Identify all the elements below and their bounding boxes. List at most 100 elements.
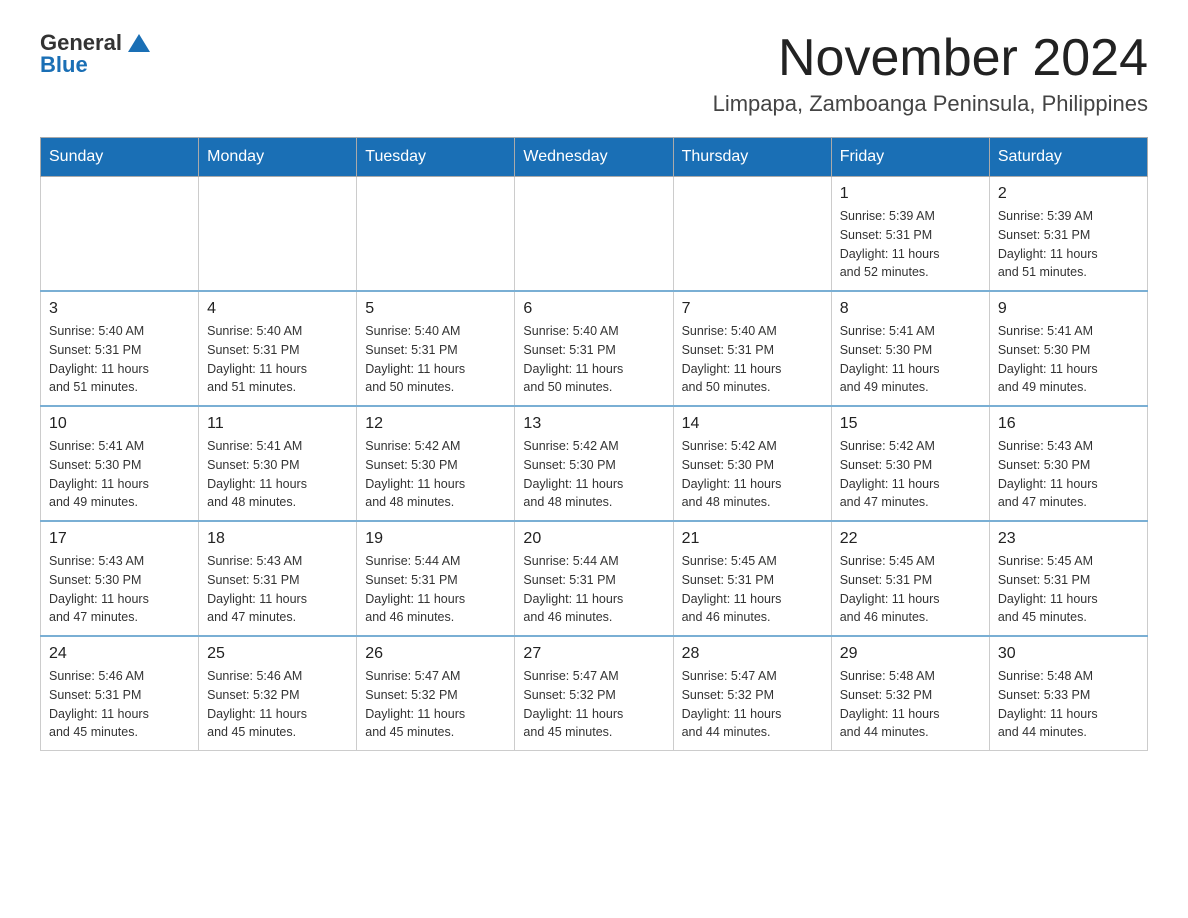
- calendar-cell: 23 Sunrise: 5:45 AM Sunset: 5:31 PM Dayli…: [989, 521, 1147, 636]
- day-info: Sunrise: 5:46 AM Sunset: 5:32 PM Dayligh…: [207, 667, 348, 742]
- calendar-cell: 30 Sunrise: 5:48 AM Sunset: 5:33 PM Dayli…: [989, 636, 1147, 751]
- day-info: Sunrise: 5:40 AM Sunset: 5:31 PM Dayligh…: [49, 322, 190, 397]
- calendar-cell: 26 Sunrise: 5:47 AM Sunset: 5:32 PM Dayli…: [357, 636, 515, 751]
- calendar-cell: 1 Sunrise: 5:39 AM Sunset: 5:31 PM Daylig…: [831, 177, 989, 292]
- week-row-4: 17 Sunrise: 5:43 AM Sunset: 5:30 PM Dayli…: [41, 521, 1148, 636]
- day-info: Sunrise: 5:40 AM Sunset: 5:31 PM Dayligh…: [682, 322, 823, 397]
- day-number: 22: [840, 530, 981, 548]
- calendar-cell: 28 Sunrise: 5:47 AM Sunset: 5:32 PM Dayli…: [673, 636, 831, 751]
- day-info: Sunrise: 5:48 AM Sunset: 5:33 PM Dayligh…: [998, 667, 1139, 742]
- calendar-cell: 24 Sunrise: 5:46 AM Sunset: 5:31 PM Dayli…: [41, 636, 199, 751]
- day-header-saturday: Saturday: [989, 138, 1147, 177]
- day-number: 27: [523, 645, 664, 663]
- calendar-cell: 9 Sunrise: 5:41 AM Sunset: 5:30 PM Daylig…: [989, 291, 1147, 406]
- day-info: Sunrise: 5:43 AM Sunset: 5:30 PM Dayligh…: [998, 437, 1139, 512]
- day-info: Sunrise: 5:43 AM Sunset: 5:31 PM Dayligh…: [207, 552, 348, 627]
- day-info: Sunrise: 5:43 AM Sunset: 5:30 PM Dayligh…: [49, 552, 190, 627]
- day-info: Sunrise: 5:40 AM Sunset: 5:31 PM Dayligh…: [365, 322, 506, 397]
- day-number: 23: [998, 530, 1139, 548]
- location-title: Limpapa, Zamboanga Peninsula, Philippine…: [713, 91, 1148, 117]
- day-info: Sunrise: 5:41 AM Sunset: 5:30 PM Dayligh…: [49, 437, 190, 512]
- title-section: November 2024 Limpapa, Zamboanga Peninsu…: [713, 30, 1148, 117]
- calendar-cell: [41, 177, 199, 292]
- calendar-cell: 22Sunrise: 5:45 AM Sunset: 5:31 PM Dayli…: [831, 521, 989, 636]
- day-number: 3: [49, 300, 190, 318]
- calendar-cell: 16 Sunrise: 5:43 AM Sunset: 5:30 PM Dayli…: [989, 406, 1147, 521]
- calendar-cell: 17 Sunrise: 5:43 AM Sunset: 5:30 PM Dayli…: [41, 521, 199, 636]
- day-number: 1: [840, 185, 981, 203]
- day-info: Sunrise: 5:41 AM Sunset: 5:30 PM Dayligh…: [207, 437, 348, 512]
- calendar-cell: 12Sunrise: 5:42 AM Sunset: 5:30 PM Dayli…: [357, 406, 515, 521]
- calendar-cell: 20 Sunrise: 5:44 AM Sunset: 5:31 PM Dayli…: [515, 521, 673, 636]
- day-info: Sunrise: 5:47 AM Sunset: 5:32 PM Dayligh…: [365, 667, 506, 742]
- day-number: 4: [207, 300, 348, 318]
- day-info: Sunrise: 5:39 AM Sunset: 5:31 PM Dayligh…: [998, 207, 1139, 282]
- day-info: Sunrise: 5:47 AM Sunset: 5:32 PM Dayligh…: [523, 667, 664, 742]
- calendar-cell: 18 Sunrise: 5:43 AM Sunset: 5:31 PM Dayli…: [199, 521, 357, 636]
- day-header-wednesday: Wednesday: [515, 138, 673, 177]
- day-info: Sunrise: 5:39 AM Sunset: 5:31 PM Dayligh…: [840, 207, 981, 282]
- day-number: 17: [49, 530, 190, 548]
- day-header-sunday: Sunday: [41, 138, 199, 177]
- week-row-1: 1 Sunrise: 5:39 AM Sunset: 5:31 PM Daylig…: [41, 177, 1148, 292]
- calendar-cell: 10 Sunrise: 5:41 AM Sunset: 5:30 PM Dayli…: [41, 406, 199, 521]
- day-info: Sunrise: 5:46 AM Sunset: 5:31 PM Dayligh…: [49, 667, 190, 742]
- calendar-cell: 25 Sunrise: 5:46 AM Sunset: 5:32 PM Dayli…: [199, 636, 357, 751]
- calendar-cell: 4 Sunrise: 5:40 AM Sunset: 5:31 PM Daylig…: [199, 291, 357, 406]
- calendar-cell: [357, 177, 515, 292]
- calendar-cell: 15 Sunrise: 5:42 AM Sunset: 5:30 PM Dayli…: [831, 406, 989, 521]
- day-info: Sunrise: 5:40 AM Sunset: 5:31 PM Dayligh…: [207, 322, 348, 397]
- day-info: Sunrise: 5:44 AM Sunset: 5:31 PM Dayligh…: [365, 552, 506, 627]
- week-row-5: 24 Sunrise: 5:46 AM Sunset: 5:31 PM Dayli…: [41, 636, 1148, 751]
- calendar-cell: 13 Sunrise: 5:42 AM Sunset: 5:30 PM Dayli…: [515, 406, 673, 521]
- day-number: 21: [682, 530, 823, 548]
- calendar-cell: 27 Sunrise: 5:47 AM Sunset: 5:32 PM Dayli…: [515, 636, 673, 751]
- calendar-cell: 6 Sunrise: 5:40 AM Sunset: 5:31 PM Daylig…: [515, 291, 673, 406]
- day-info: Sunrise: 5:44 AM Sunset: 5:31 PM Dayligh…: [523, 552, 664, 627]
- day-info: Sunrise: 5:41 AM Sunset: 5:30 PM Dayligh…: [998, 322, 1139, 397]
- calendar-cell: 29 Sunrise: 5:48 AM Sunset: 5:32 PM Dayli…: [831, 636, 989, 751]
- calendar-cell: 5Sunrise: 5:40 AM Sunset: 5:31 PM Daylig…: [357, 291, 515, 406]
- day-info: Sunrise: 5:45 AM Sunset: 5:31 PM Dayligh…: [998, 552, 1139, 627]
- day-number: 30: [998, 645, 1139, 663]
- day-number: 12: [365, 415, 506, 433]
- month-title: November 2024: [713, 30, 1148, 87]
- day-header-friday: Friday: [831, 138, 989, 177]
- logo-triangle-icon: [128, 34, 150, 52]
- day-info: Sunrise: 5:41 AM Sunset: 5:30 PM Dayligh…: [840, 322, 981, 397]
- week-row-3: 10 Sunrise: 5:41 AM Sunset: 5:30 PM Dayli…: [41, 406, 1148, 521]
- day-number: 9: [998, 300, 1139, 318]
- calendar-cell: 8 Sunrise: 5:41 AM Sunset: 5:30 PM Daylig…: [831, 291, 989, 406]
- calendar-cell: 7Sunrise: 5:40 AM Sunset: 5:31 PM Daylig…: [673, 291, 831, 406]
- day-number: 2: [998, 185, 1139, 203]
- day-header-row: SundayMondayTuesdayWednesdayThursdayFrid…: [41, 138, 1148, 177]
- day-number: 14: [682, 415, 823, 433]
- calendar-table: SundayMondayTuesdayWednesdayThursdayFrid…: [40, 137, 1148, 751]
- day-info: Sunrise: 5:42 AM Sunset: 5:30 PM Dayligh…: [840, 437, 981, 512]
- day-number: 24: [49, 645, 190, 663]
- day-info: Sunrise: 5:48 AM Sunset: 5:32 PM Dayligh…: [840, 667, 981, 742]
- day-number: 18: [207, 530, 348, 548]
- day-info: Sunrise: 5:47 AM Sunset: 5:32 PM Dayligh…: [682, 667, 823, 742]
- day-number: 6: [523, 300, 664, 318]
- day-number: 15: [840, 415, 981, 433]
- calendar-cell: 19Sunrise: 5:44 AM Sunset: 5:31 PM Dayli…: [357, 521, 515, 636]
- day-number: 29: [840, 645, 981, 663]
- day-number: 25: [207, 645, 348, 663]
- day-number: 26: [365, 645, 506, 663]
- day-number: 13: [523, 415, 664, 433]
- week-row-2: 3 Sunrise: 5:40 AM Sunset: 5:31 PM Daylig…: [41, 291, 1148, 406]
- day-header-tuesday: Tuesday: [357, 138, 515, 177]
- calendar-cell: 14 Sunrise: 5:42 AM Sunset: 5:30 PM Dayli…: [673, 406, 831, 521]
- day-header-monday: Monday: [199, 138, 357, 177]
- calendar-cell: [673, 177, 831, 292]
- day-info: Sunrise: 5:42 AM Sunset: 5:30 PM Dayligh…: [682, 437, 823, 512]
- day-number: 8: [840, 300, 981, 318]
- day-number: 28: [682, 645, 823, 663]
- day-number: 20: [523, 530, 664, 548]
- day-number: 10: [49, 415, 190, 433]
- day-info: Sunrise: 5:42 AM Sunset: 5:30 PM Dayligh…: [523, 437, 664, 512]
- day-header-thursday: Thursday: [673, 138, 831, 177]
- day-number: 16: [998, 415, 1139, 433]
- day-info: Sunrise: 5:40 AM Sunset: 5:31 PM Dayligh…: [523, 322, 664, 397]
